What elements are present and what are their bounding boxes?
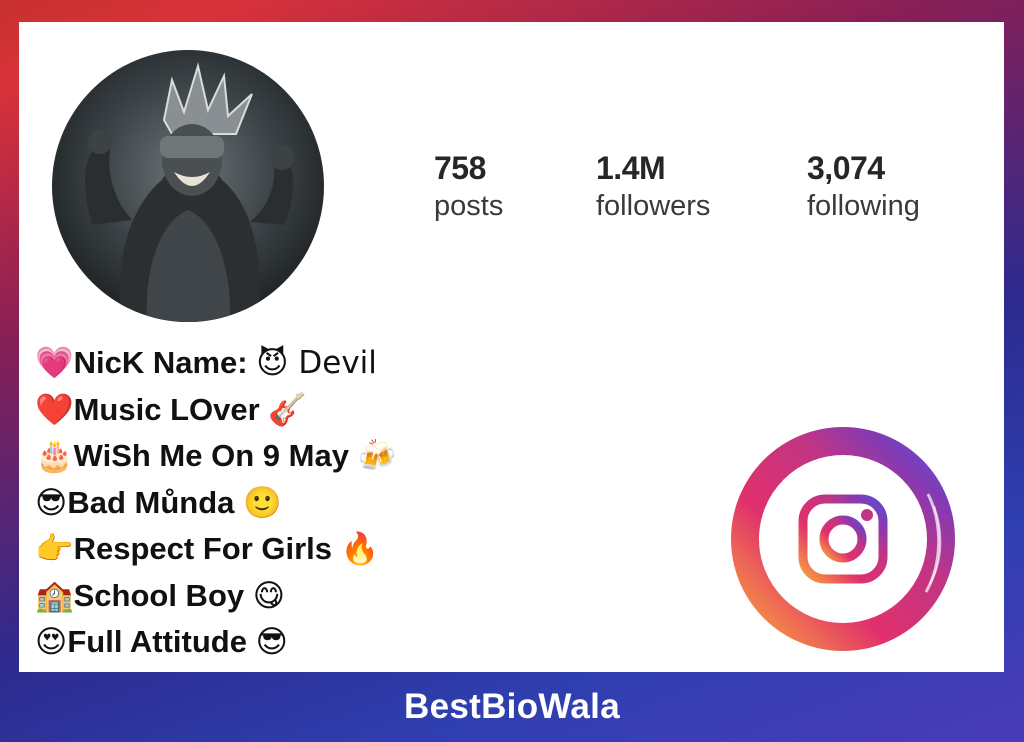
bio-prefix-emoji: 👉 [35, 531, 74, 567]
stat-followers[interactable]: 1.4M followers [596, 150, 710, 226]
profile-avatar[interactable] [52, 50, 324, 322]
bio-prefix-emoji: 🏫 [35, 577, 74, 614]
footer: BestBioWala [0, 672, 1024, 742]
bio-suffix: 🔥 [340, 531, 380, 567]
stat-following[interactable]: 3,074 following [807, 150, 920, 226]
bio-line: 🏫School Boy 😋 [35, 573, 675, 620]
bio-prefix-emoji: 😍 [35, 624, 68, 660]
followers-label: followers [596, 190, 711, 222]
following-label: following [807, 190, 920, 222]
instagram-logo [728, 424, 958, 654]
bio-text: Respect For Girls [73, 531, 341, 566]
bio-line: ❤️Music LOver 🎸 [35, 387, 675, 434]
posts-label: posts [434, 190, 504, 222]
bio-line: 💗NicK Name: 😈 Devil [35, 340, 675, 387]
instagram-icon [731, 427, 955, 651]
bio-text: Full Attitude [67, 624, 256, 659]
bio-line: 😎Bad Můnda 🙂 [35, 480, 675, 527]
bio-text: School Boy [73, 577, 253, 613]
brand-name: BestBioWala [404, 687, 620, 726]
followers-count: 1.4M [596, 150, 666, 186]
bio-text: Bad Můnda [67, 484, 243, 520]
bio-suffix: 😎 [255, 624, 288, 660]
following-count: 3,074 [807, 150, 885, 186]
bio-suffix: 🎸 [268, 391, 307, 428]
bio-text: Music LOver [73, 391, 269, 427]
bio-line: 😍Full Attitude 😎 [35, 619, 675, 666]
bio-prefix-emoji: ❤️ [35, 391, 74, 428]
bio-prefix-emoji: 🎂 [35, 438, 74, 474]
bio-suffix: 🍻 [357, 438, 397, 474]
avatar-image [85, 62, 294, 322]
posts-count: 758 [434, 150, 486, 186]
bio-line: 🎂WiSh Me On 9 May 🍻 [35, 433, 675, 480]
stat-posts[interactable]: 758 posts [434, 150, 503, 226]
profile-bio: 💗NicK Name: 😈 Devil ❤️Music LOver 🎸 🎂WiS… [35, 340, 675, 666]
bio-prefix-emoji: 😎 [35, 484, 68, 521]
bio-suffix: 😋 [252, 577, 286, 614]
bio-suffix: 😈 Devil [256, 345, 377, 381]
profile-card: 758 posts 1.4M followers 3,074 following… [19, 22, 1004, 672]
bio-text: WiSh Me On 9 May [73, 438, 358, 473]
bio-line: 👉Respect For Girls 🔥 [35, 526, 675, 573]
bio-text: NicK Name: [73, 345, 257, 380]
bio-suffix: 🙂 [243, 484, 282, 521]
profile-stats: 758 posts 1.4M followers 3,074 following [434, 150, 994, 240]
bio-prefix-emoji: 💗 [35, 345, 74, 381]
